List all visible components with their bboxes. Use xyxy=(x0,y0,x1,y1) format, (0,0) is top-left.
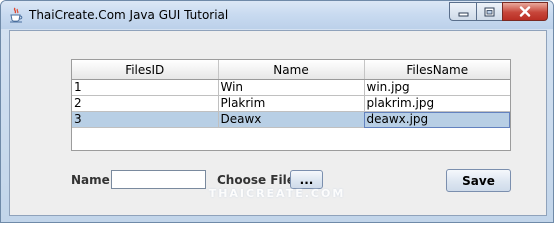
java-cup-icon xyxy=(9,7,23,23)
table-cell[interactable]: 2 xyxy=(72,95,219,112)
files-table-scrollpane[interactable]: FilesID Name FilesName 1 Win win.jpg 2 P… xyxy=(71,59,511,151)
table-cell[interactable]: plakrim.jpg xyxy=(364,95,510,112)
table-cell[interactable]: Deawx xyxy=(218,111,365,128)
table-cell[interactable]: 1 xyxy=(72,79,219,96)
choose-file-label: Choose File xyxy=(217,173,295,187)
minimize-button[interactable] xyxy=(449,2,476,21)
title-bar[interactable]: ThaiCreate.Com Java GUI Tutorial xyxy=(1,1,553,29)
close-button[interactable] xyxy=(502,2,548,21)
app-window: ThaiCreate.Com Java GUI Tutorial FilesID… xyxy=(0,0,554,223)
window-title: ThaiCreate.Com Java GUI Tutorial xyxy=(29,8,229,22)
table-cell-focused[interactable]: deawx.jpg xyxy=(364,111,510,128)
close-icon xyxy=(519,2,531,21)
window-controls xyxy=(449,2,548,21)
column-header-filesname[interactable]: FilesName xyxy=(364,60,510,80)
table-row[interactable]: 2 Plakrim plakrim.jpg xyxy=(72,95,510,112)
column-header-name[interactable]: Name xyxy=(218,60,365,80)
watermark: THAICREATE.COM xyxy=(208,187,346,200)
files-table[interactable]: FilesID Name FilesName 1 Win win.jpg 2 P… xyxy=(72,60,510,128)
table-cell[interactable]: Plakrim xyxy=(218,95,365,112)
table-cell[interactable]: Win xyxy=(218,79,365,96)
table-cell[interactable]: 3 xyxy=(72,111,219,128)
table-cell[interactable]: win.jpg xyxy=(364,79,510,96)
table-header-row: FilesID Name FilesName xyxy=(72,60,510,80)
maximize-icon xyxy=(484,2,495,21)
table-row[interactable]: 1 Win win.jpg xyxy=(72,79,510,96)
table-row-selected[interactable]: 3 Deawx deawx.jpg xyxy=(72,111,510,128)
column-header-filesid[interactable]: FilesID xyxy=(72,60,219,80)
minimize-icon xyxy=(458,2,469,21)
maximize-button[interactable] xyxy=(476,2,502,21)
